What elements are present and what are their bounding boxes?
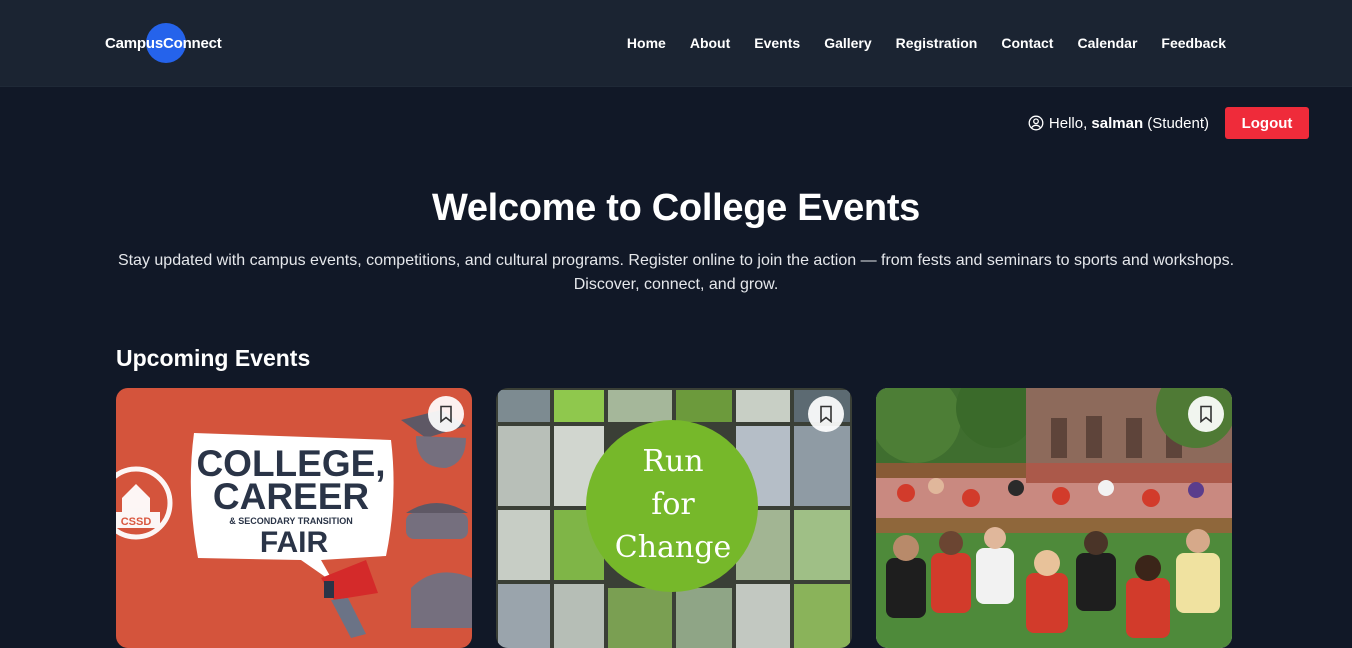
event-card[interactable]: [876, 388, 1232, 648]
nav-link-home[interactable]: Home: [627, 35, 666, 51]
user-bar: Hello, salman (Student) Logout: [1028, 107, 1309, 139]
poster-line-2: CAREER: [213, 476, 369, 517]
main-nav: Home About Events Gallery Registration C…: [627, 35, 1226, 51]
run-for-change-title: Run for Change: [588, 440, 758, 569]
brand-name[interactable]: CampusConnect: [105, 35, 222, 52]
event-card[interactable]: Run for Change: [496, 388, 852, 648]
page-title: Welcome to College Events: [431, 187, 921, 229]
user-circle-icon: [1028, 115, 1044, 131]
run-word-3: Change: [614, 530, 732, 565]
upcoming-events-heading: Upcoming Events: [116, 345, 311, 371]
bookmark-icon: [440, 405, 452, 423]
brand-logo[interactable]: CampusConnect: [105, 23, 222, 63]
user-name: salman: [1091, 114, 1144, 132]
bookmark-button[interactable]: [1188, 396, 1224, 432]
nav-link-gallery[interactable]: Gallery: [824, 35, 871, 51]
poster-line-4: FAIR: [260, 526, 329, 559]
cssd-logo-text: CSSD: [121, 516, 152, 528]
event-image-career-fair: CSSD COLLEGE, CAREER & SECONDARY TRANSIT…: [116, 388, 472, 648]
event-image-student-gathering: [876, 388, 1232, 648]
user-role: (Student): [1143, 114, 1209, 132]
nav-link-feedback[interactable]: Feedback: [1161, 35, 1226, 51]
top-navbar: CampusConnect Home About Events Gallery …: [0, 0, 1352, 87]
nav-link-contact[interactable]: Contact: [1001, 35, 1053, 51]
greeting-text: Hello,: [1048, 114, 1092, 132]
run-word-1: Run: [642, 444, 704, 479]
bookmark-icon: [820, 405, 832, 423]
hero-description: Stay updated with campus events, competi…: [117, 252, 1235, 293]
user-greeting: Hello, salman (Student): [1049, 115, 1209, 132]
nav-link-registration[interactable]: Registration: [896, 35, 978, 51]
nav-link-events[interactable]: Events: [754, 35, 800, 51]
event-card[interactable]: CSSD COLLEGE, CAREER & SECONDARY TRANSIT…: [116, 388, 472, 648]
run-word-2: for: [651, 487, 695, 522]
nav-link-calendar[interactable]: Calendar: [1077, 35, 1137, 51]
bookmark-icon: [1200, 405, 1212, 423]
nav-link-about[interactable]: About: [690, 35, 730, 51]
bookmark-button[interactable]: [428, 396, 464, 432]
bookmark-button[interactable]: [808, 396, 844, 432]
logout-button[interactable]: Logout: [1225, 107, 1309, 139]
poster-line-3: & SECONDARY TRANSITION: [229, 516, 353, 526]
